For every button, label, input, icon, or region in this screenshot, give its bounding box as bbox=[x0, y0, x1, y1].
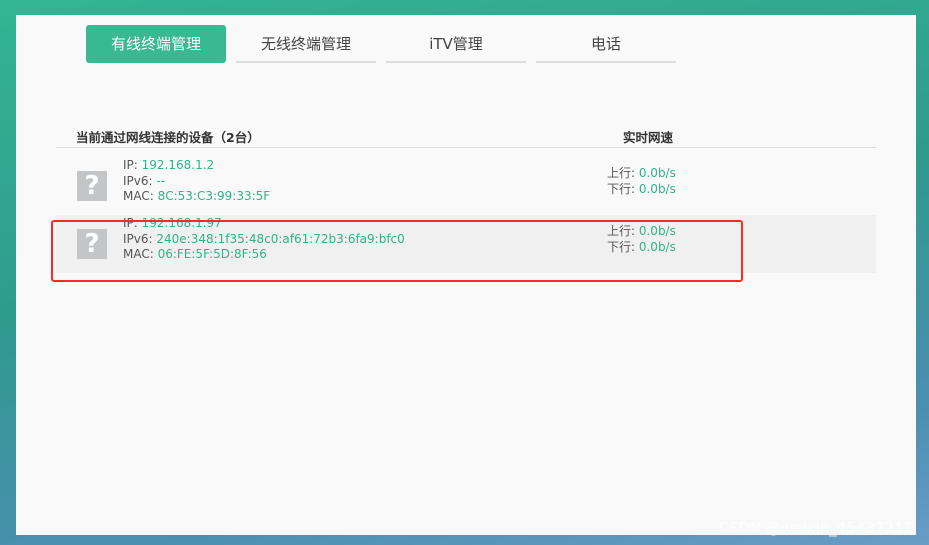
down-label: 下行: bbox=[607, 181, 639, 196]
speed-header: 实时网速 bbox=[623, 130, 674, 145]
devices-title: 当前通过网线连接的设备（2台） bbox=[76, 130, 260, 145]
tab-wired[interactable]: 有线终端管理 bbox=[86, 25, 226, 63]
ip-label: IP: bbox=[123, 158, 142, 172]
device-row: ? IP: 192.168.1.2 IPv6: -- MAC: 8C:53:C3… bbox=[56, 157, 876, 215]
up-value: 0.0b/s bbox=[638, 166, 676, 180]
up-label: 上行: bbox=[607, 166, 639, 180]
down-value: 0.0b/s bbox=[638, 181, 676, 196]
ipv6-value: -- bbox=[156, 173, 166, 188]
watermark: CSDN @weixin_45437211 bbox=[718, 519, 913, 537]
unknown-device-icon: ? bbox=[77, 171, 107, 201]
tab-itv[interactable]: iTV管理 bbox=[386, 25, 526, 63]
table-header: 当前通过网线连接的设备（2台） 实时网速 bbox=[56, 127, 876, 148]
tab-wireless[interactable]: 无线终端管理 bbox=[236, 25, 376, 63]
tab-phone[interactable]: 电话 bbox=[536, 25, 676, 63]
ip-value: 192.168.1.2 bbox=[141, 158, 215, 172]
mac-value: 8C:53:C3:99:33:5F bbox=[157, 189, 271, 203]
tab-bar: 有线终端管理 无线终端管理 iTV管理 电话 bbox=[86, 25, 676, 63]
highlight-box bbox=[51, 220, 743, 282]
ipv6-label: IPv6: bbox=[123, 173, 157, 188]
mac-label: MAC: bbox=[123, 189, 158, 203]
